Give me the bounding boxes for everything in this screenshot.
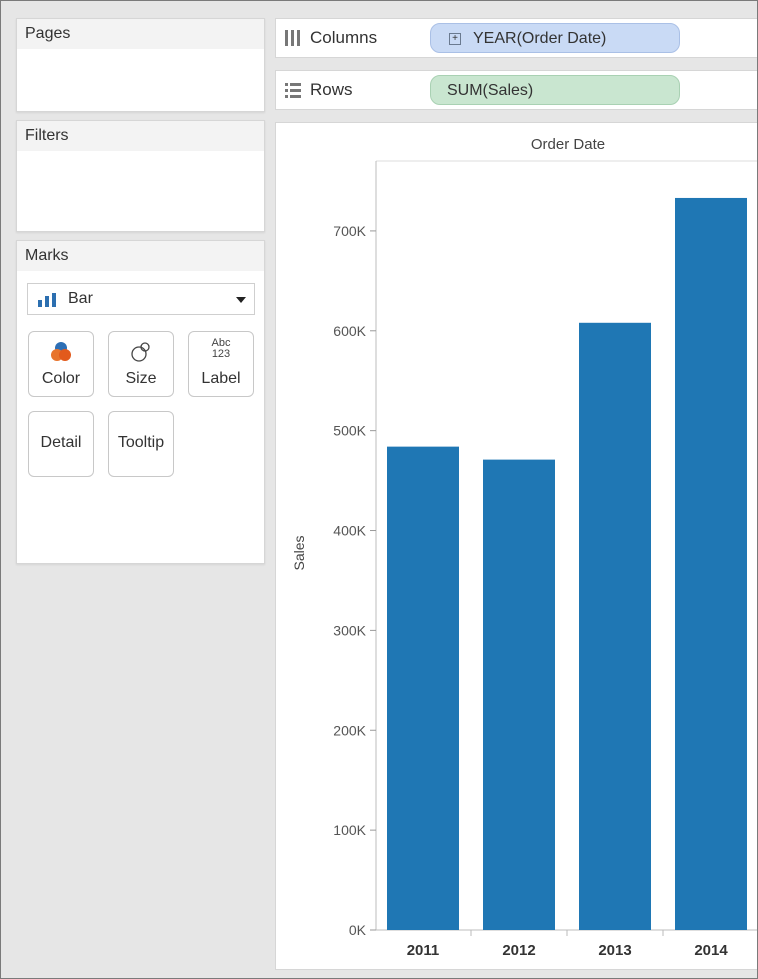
size-label: Size (125, 370, 157, 387)
size-icon (131, 342, 150, 362)
pages-card[interactable]: Pages (16, 18, 265, 112)
y-tick-label: 200K (333, 722, 366, 738)
y-tick-label: 100K (333, 822, 366, 838)
y-tick-label: 300K (333, 622, 366, 638)
mark-type-dropdown[interactable]: Bar (27, 283, 255, 315)
x-tick-label: 2013 (598, 942, 631, 959)
rows-shelf[interactable]: Rows SUM(Sales) (275, 70, 758, 110)
marks-card: Marks Bar Color Size Abc 123 Label Detai… (16, 240, 265, 564)
rows-pill-label: SUM(Sales) (447, 82, 534, 99)
color-icon (51, 342, 71, 361)
chart-area: Order Date 0K 100K 200K 300K 400K 500K 600K 700K… (275, 122, 758, 970)
bar (483, 459, 555, 930)
columns-label: Columns (310, 28, 378, 47)
rows-label: Rows (310, 80, 353, 99)
detail-label: Detail (40, 434, 82, 451)
rows-icon (285, 83, 301, 98)
x-tick-label: 2012 (502, 942, 535, 959)
y-tick-label: 700K (333, 223, 366, 239)
bar (579, 322, 651, 930)
chevron-down-icon (236, 297, 246, 303)
filters-title: Filters (17, 121, 264, 151)
columns-pill-label: YEAR(Order Date) (473, 30, 607, 47)
mark-type-label: Bar (68, 290, 93, 307)
expand-icon[interactable]: + (449, 33, 461, 45)
columns-shelf[interactable]: Columns + YEAR(Order Date) (275, 18, 758, 58)
y-tick-label: 500K (333, 423, 366, 439)
tooltip-button[interactable]: Tooltip (108, 411, 174, 477)
detail-button[interactable]: Detail (28, 411, 94, 477)
marks-title: Marks (17, 241, 264, 271)
y-tick-label: 400K (333, 523, 366, 539)
x-tick-label: 2014 (694, 942, 728, 959)
size-button[interactable]: Size (108, 331, 174, 397)
label-icon: Abc 123 (206, 338, 236, 360)
label-label: Label (201, 370, 241, 387)
label-icon-123: 123 (211, 348, 231, 360)
pages-title: Pages (17, 19, 264, 49)
y-tick-label: 600K (333, 323, 366, 339)
bar-chart-icon (38, 293, 56, 307)
tooltip-label: Tooltip (117, 434, 165, 451)
x-tick-label: 2011 (407, 942, 440, 959)
bar (387, 446, 459, 930)
chart-title: Order Date (531, 136, 605, 153)
y-axis-label: Sales (291, 535, 307, 570)
bar-chart: Order Date 0K 100K 200K 300K 400K 500K 600K 700K… (291, 136, 758, 959)
label-button[interactable]: Abc 123 Label (188, 331, 254, 397)
y-tick-label: 0K (349, 922, 367, 938)
color-label: Color (41, 370, 81, 387)
rows-pill[interactable]: SUM(Sales) (430, 75, 680, 105)
filters-card[interactable]: Filters (16, 120, 265, 232)
columns-pill[interactable]: + YEAR(Order Date) (430, 23, 680, 53)
columns-icon (285, 30, 300, 46)
bar (675, 197, 747, 930)
color-button[interactable]: Color (28, 331, 94, 397)
